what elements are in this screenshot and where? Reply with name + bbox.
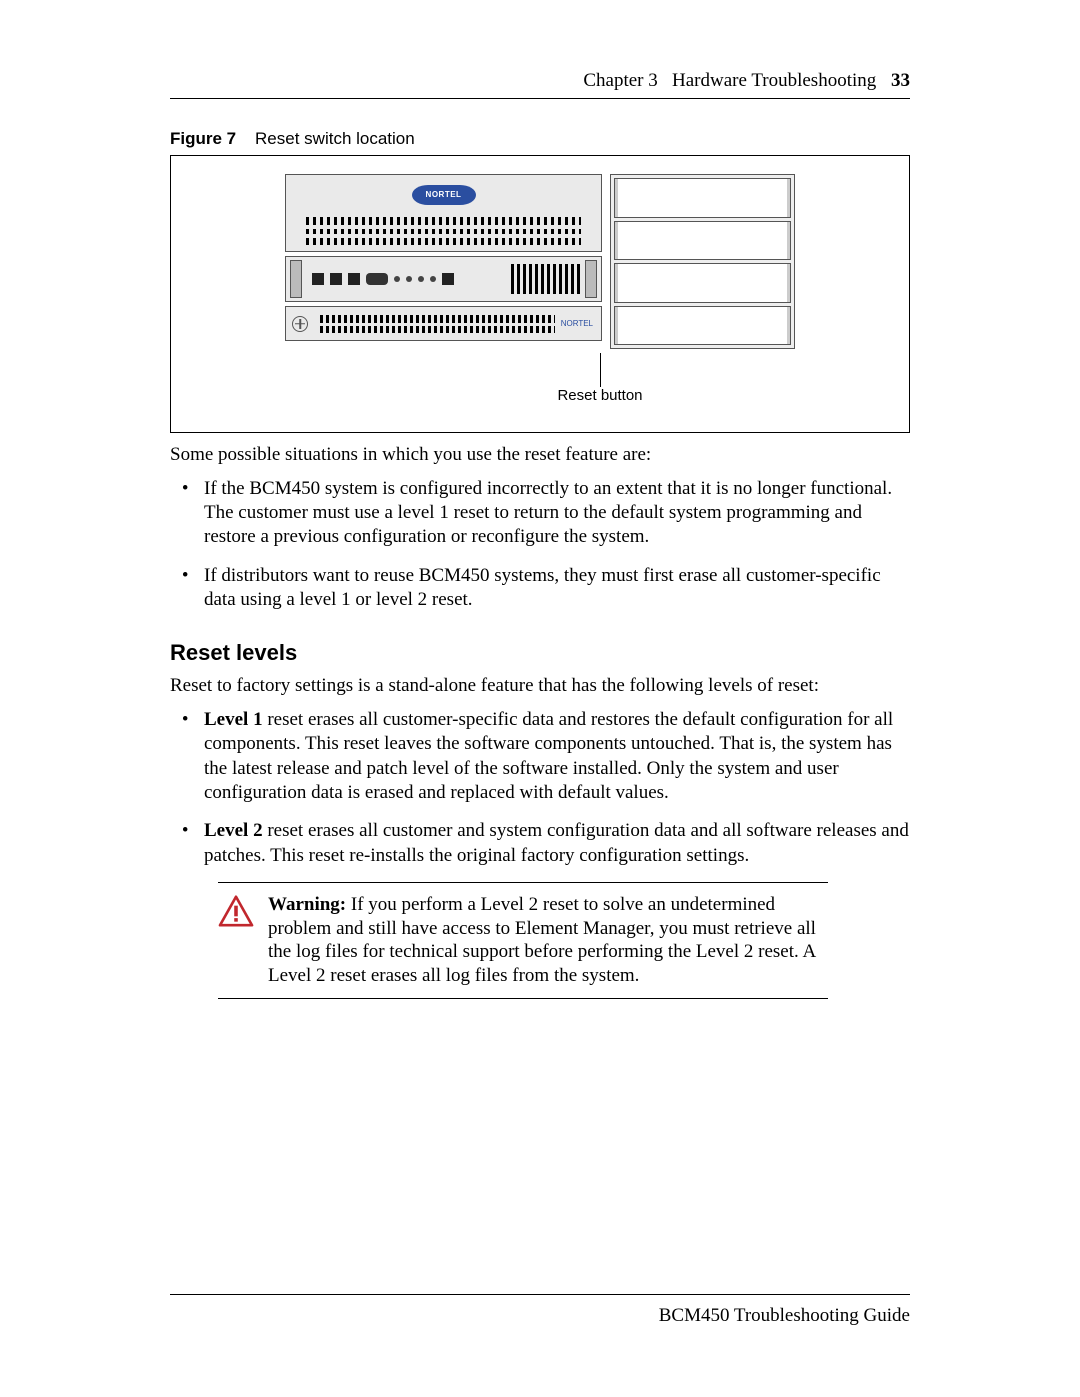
warning-body: If you perform a Level 2 reset to solve … [268, 894, 816, 986]
drive-bay [614, 263, 791, 303]
footer-doc-title: BCM450 Troubleshooting Guide [659, 1305, 910, 1326]
rj-port-icon [442, 273, 454, 285]
level-label: Level 1 [204, 709, 263, 730]
led-icon [430, 276, 436, 282]
port-cluster [312, 266, 454, 292]
device-drive-bays [610, 174, 795, 349]
device-panel-middle [285, 256, 602, 302]
intro-paragraph: Some possible situations in which you us… [170, 443, 910, 467]
page-footer: BCM450 Troubleshooting Guide [170, 1294, 910, 1327]
level-label: Level 2 [204, 820, 263, 841]
screw-icon [292, 316, 308, 332]
nortel-small-label: NORTEL [561, 319, 593, 328]
vent-grid-icon [511, 264, 581, 294]
list-item: Level 2 reset erases all customer and sy… [198, 819, 910, 868]
warning-label: Warning: [268, 894, 346, 915]
led-icon [394, 276, 400, 282]
figure-caption: Figure 7 Reset switch location [170, 129, 910, 149]
section-intro: Reset to factory settings is a stand-alo… [170, 674, 910, 698]
drive-bay [614, 221, 791, 261]
led-icon [418, 276, 424, 282]
vent-grid-icon [320, 315, 555, 333]
levels-list: Level 1 reset erases all customer-specif… [170, 708, 910, 868]
warning-text: Warning: If you perform a Level 2 reset … [268, 893, 828, 988]
nortel-badge-icon: NORTEL [412, 185, 476, 205]
list-item: Level 1 reset erases all customer-specif… [198, 708, 910, 805]
figure-callout: Reset button [557, 353, 642, 404]
device-panel-top: NORTEL [285, 174, 602, 252]
device-panel-bottom: NORTEL [285, 306, 602, 341]
level-text: reset erases all customer-specific data … [204, 709, 893, 803]
page-number: 33 [891, 70, 910, 91]
callout-label: Reset button [557, 387, 642, 404]
led-icon [406, 276, 412, 282]
rack-handle-icon [585, 260, 597, 298]
level-text: reset erases all customer and system con… [204, 820, 909, 865]
vent-grid-icon [306, 217, 581, 245]
rj-port-icon [330, 273, 342, 285]
device-illustration: NORTEL [285, 174, 795, 349]
figure-caption-text: Reset switch location [255, 129, 415, 148]
rack-handle-icon [290, 260, 302, 298]
rj-port-icon [312, 273, 324, 285]
device-front-panels: NORTEL [285, 174, 602, 349]
header-rule [170, 98, 910, 99]
warning-block: Warning: If you perform a Level 2 reset … [218, 882, 828, 999]
drive-bay [614, 178, 791, 218]
chapter-label: Chapter 3 [583, 70, 657, 91]
warning-triangle-icon [218, 895, 254, 927]
list-item: If distributors want to reuse BCM450 sys… [198, 564, 910, 613]
callout-line-icon [600, 353, 601, 387]
situations-list: If the BCM450 system is configured incor… [170, 477, 910, 613]
running-header: Chapter 3 Hardware Troubleshooting 33 [170, 70, 910, 98]
figure-box: NORTEL [170, 155, 910, 433]
section-heading-reset-levels: Reset levels [170, 640, 910, 666]
drive-bay [614, 306, 791, 346]
figure-label: Figure 7 [170, 129, 236, 148]
serial-port-icon [366, 273, 388, 285]
chapter-title: Hardware Troubleshooting [672, 70, 876, 91]
rj-port-icon [348, 273, 360, 285]
list-item: If the BCM450 system is configured incor… [198, 477, 910, 550]
